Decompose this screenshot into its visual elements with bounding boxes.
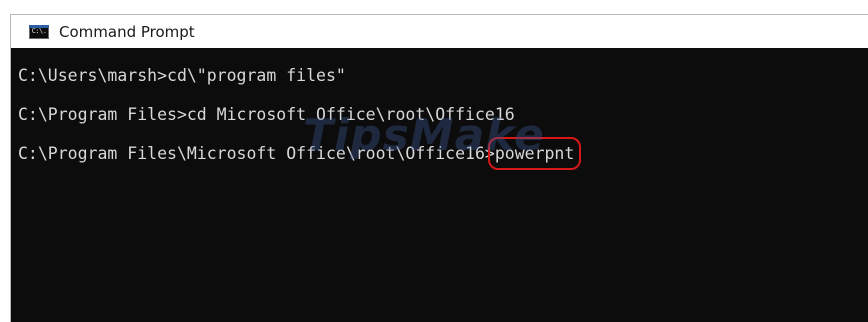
console-line: C:\Program Files>cd Microsoft Office\roo…: [18, 105, 515, 124]
console-prompt: C:\Program Files\Microsoft Office\root\O…: [18, 144, 495, 163]
highlighted-command: powerpnt: [487, 137, 582, 170]
console-line: C:\Users\marsh>cd\"program files": [18, 66, 346, 85]
window-title: Command Prompt: [59, 22, 195, 41]
console-output[interactable]: C:\Users\marsh>cd\"program files" C:\Pro…: [11, 48, 868, 322]
title-bar[interactable]: C:\. Command Prompt: [11, 15, 868, 48]
console-line-current: C:\Program Files\Microsoft Office\root\O…: [18, 137, 868, 170]
console-app-icon[interactable]: C:\.: [29, 24, 49, 39]
command-prompt-window: C:\. Command Prompt C:\Users\marsh>cd\"p…: [10, 14, 868, 322]
